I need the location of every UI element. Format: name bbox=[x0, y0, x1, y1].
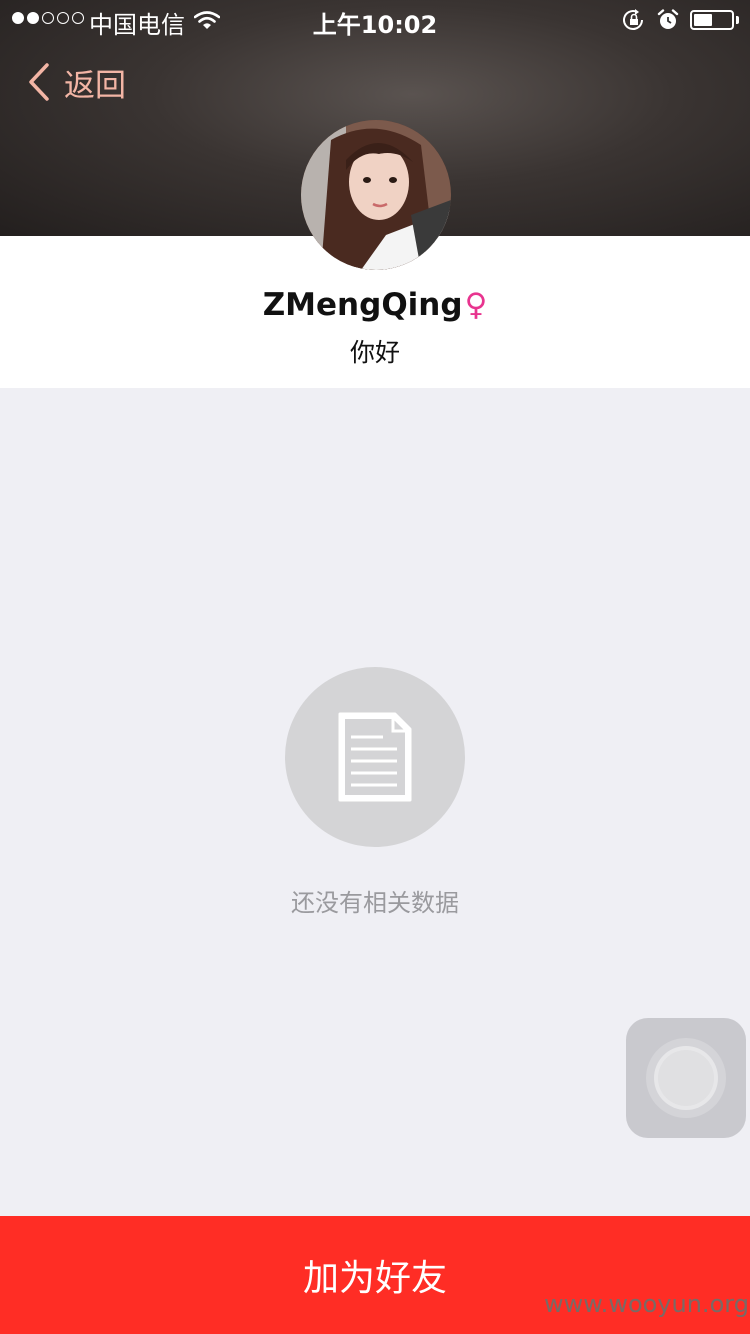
add-friend-label: 加为好友 bbox=[302, 1258, 447, 1299]
battery-tip bbox=[736, 16, 739, 24]
profile-name: ZMengQing bbox=[262, 287, 463, 323]
chevron-left-icon bbox=[29, 63, 49, 101]
assistive-touch-button[interactable] bbox=[626, 1018, 746, 1138]
battery-icon bbox=[690, 10, 734, 30]
profile-name-row: ZMengQing♀ bbox=[0, 287, 750, 323]
watermark: www.wooyun.org bbox=[544, 1290, 749, 1318]
avatar[interactable] bbox=[301, 120, 451, 270]
profile-bio: 你好 bbox=[349, 338, 400, 367]
status-bar: 中国电信 上午10:02 bbox=[0, 0, 750, 40]
back-label: 返回 bbox=[64, 67, 126, 104]
orientation-lock-icon bbox=[622, 9, 646, 37]
female-icon: ♀ bbox=[464, 287, 488, 323]
empty-state-icon-circle bbox=[285, 667, 465, 847]
document-icon bbox=[338, 712, 412, 802]
alarm-icon bbox=[657, 9, 679, 37]
assistive-touch-icon bbox=[658, 1050, 714, 1106]
back-button[interactable]: 返回 bbox=[28, 60, 126, 104]
empty-state-message: 还没有相关数据 bbox=[291, 889, 459, 917]
